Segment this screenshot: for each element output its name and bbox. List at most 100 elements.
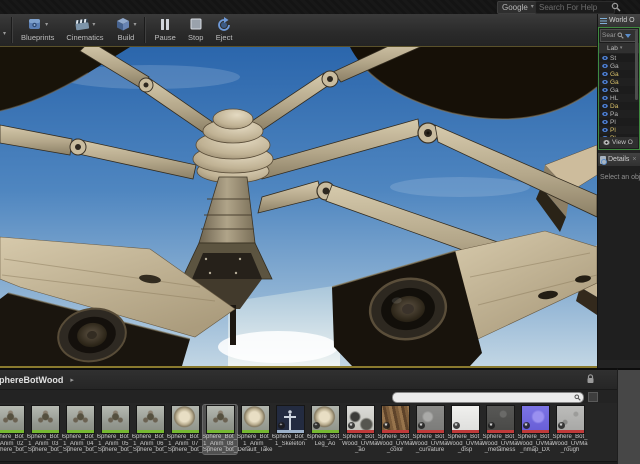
world-outliner-tab-label: World O <box>609 17 635 24</box>
asset-item[interactable]: ★ Sphere_Bot_ Wood_UVMap _nmap_DX <box>517 405 553 454</box>
asset-item[interactable]: Sphere_Bot_6_ 1_Anim_05_ Sphere_bot_ <box>97 405 133 454</box>
cinematics-button[interactable]: ▾ Cinematics <box>60 14 109 46</box>
build-button[interactable]: ▾ Build <box>109 14 142 46</box>
outliner-actor-row[interactable]: Da <box>599 102 639 110</box>
visibility-eye-icon[interactable] <box>602 128 608 132</box>
chevron-down-icon[interactable]: ▾ <box>92 21 95 28</box>
asset-item[interactable]: Sphere_Bot_6_ 1_Anim_ Default_Take <box>237 405 273 454</box>
asset-source-badge: ★ <box>417 422 425 429</box>
visibility-eye-icon[interactable] <box>602 104 608 108</box>
asset-thumbnail <box>170 405 200 434</box>
blueprints-button[interactable]: ▾ Blueprints <box>15 14 60 46</box>
actor-label: Pa <box>610 110 618 118</box>
asset-item[interactable]: ★ Sphere_Bot_ Wood_UVMap _disp <box>447 405 483 454</box>
asset-item[interactable]: ★ Sphere_Bot_ Wood_UVMap _color <box>377 405 413 454</box>
visibility-eye-icon[interactable] <box>602 72 608 76</box>
filter-icon[interactable] <box>624 33 631 38</box>
asset-source-badge: ★ <box>522 422 530 429</box>
viewport[interactable] <box>0 46 597 368</box>
search-icon[interactable] <box>611 2 621 12</box>
asset-search-input[interactable] <box>392 392 584 403</box>
cinematics-label: Cinematics <box>66 33 104 42</box>
outliner-actor-row[interactable]: HL <box>599 94 639 102</box>
asset-item[interactable]: Sphere_Bot_6_ 1_Anim_02_ Sphere_bot_ <box>0 405 28 454</box>
outliner-search-input[interactable]: Sear <box>600 29 638 42</box>
asset-name-line3: _metalness <box>484 447 516 453</box>
outliner-scrollbar[interactable] <box>635 30 638 100</box>
outliner-actor-row[interactable]: Pa <box>599 110 639 118</box>
help-search-input[interactable]: Search For Help <box>535 1 615 14</box>
asset-name-line3: _nmap_DX <box>519 447 551 453</box>
asset-type-color-bar <box>171 430 199 433</box>
asset-type-color-bar <box>276 430 304 433</box>
asset-name-line3: _curvature <box>415 447 445 453</box>
asset-item[interactable]: ★ Sphere_Bot_ Wood_UVMap _ao <box>342 405 378 454</box>
view-options-button[interactable]: View O <box>600 137 638 148</box>
outliner-search-text: Sear <box>602 32 616 39</box>
outliner-actor-row[interactable]: Pl <box>599 118 639 126</box>
outliner-actor-row[interactable]: Ga <box>599 62 639 70</box>
outliner-actor-row[interactable]: Ga <box>599 86 639 94</box>
asset-item[interactable]: + Sphere_Bot_ Leg_Ao <box>307 405 343 447</box>
asset-item[interactable]: Sphere_Bot_6_ 1_Anim_08_ Sphere_bot_ <box>202 404 238 455</box>
visibility-eye-icon[interactable] <box>602 96 608 100</box>
asset-type-color-bar <box>31 430 59 433</box>
breadcrumb-arrow-icon[interactable]: ▸ <box>70 376 74 384</box>
asset-source-badge: + <box>277 422 285 429</box>
eject-label: Eject <box>215 33 233 42</box>
eject-icon <box>218 17 230 31</box>
asset-item[interactable]: Sphere_Bot_6_ 1_Anim_03_ Sphere_bot_ <box>27 405 63 454</box>
asset-type-color-bar <box>451 430 479 433</box>
details-empty-message: Select an object <box>600 174 640 181</box>
outliner-actor-row[interactable]: St <box>599 54 639 62</box>
asset-name-line3: Sphere_bot_ <box>202 447 238 453</box>
visibility-eye-icon[interactable] <box>602 80 608 84</box>
details-tab-label: Details <box>608 156 630 163</box>
asset-item[interactable]: ★ Sphere_Bot_ Wood_UVMap _metalness <box>482 405 518 454</box>
pause-icon <box>161 19 170 30</box>
toolbar-separator <box>144 17 147 43</box>
visibility-eye-icon[interactable] <box>602 120 608 124</box>
asset-name-line3: Sphere_bot_ <box>62 447 98 453</box>
pause-button[interactable]: Pause <box>148 14 181 46</box>
asset-name-line3: Sphere_bot_ <box>0 447 28 453</box>
outliner-actor-row[interactable]: Pl <box>599 126 639 134</box>
asset-item[interactable]: + Sphere_Bot_6_ 1_Skeleton <box>272 405 308 447</box>
stop-button[interactable]: Stop <box>182 14 210 46</box>
asset-item[interactable]: ★ Sphere_Bot_ Wood_UVMap _curvature <box>412 405 448 454</box>
outliner-actor-list: St Ga Ga Ga Ga HL Da Pa Pl Pl <box>599 54 639 142</box>
asset-item[interactable]: Sphere_Bot_6_ 1_Anim_04_ Sphere_bot_ <box>62 405 98 454</box>
visibility-eye-icon[interactable] <box>602 88 608 92</box>
asset-item[interactable]: Sphere_Bot_6_ 1_Anim_07_ Sphere_bot_ <box>167 405 203 454</box>
asset-name-line2: 1_Skeleton <box>274 440 306 447</box>
outliner-column-header[interactable]: Lab ▾ <box>599 43 639 54</box>
tab-details[interactable]: Details × <box>598 153 640 166</box>
actor-label: Pl <box>610 126 616 134</box>
asset-item[interactable]: Sphere_Bot_6_ 1_Anim_06_ Sphere_bot_ <box>132 405 168 454</box>
asset-thumbnail: + <box>310 405 340 434</box>
visibility-eye-icon[interactable] <box>602 112 608 116</box>
asset-source-badge: ★ <box>452 422 460 429</box>
view-settings-icon[interactable] <box>588 392 598 402</box>
close-icon[interactable]: × <box>632 156 636 163</box>
help-search-engine-label: Google <box>502 3 528 12</box>
visibility-eye-icon[interactable] <box>602 56 608 60</box>
eject-button[interactable]: Eject <box>210 14 239 46</box>
help-search-engine-button[interactable]: Google ▾ <box>497 1 539 14</box>
details-icon <box>600 155 607 165</box>
toolbar-overflow-dropdown[interactable]: ▾ <box>0 14 9 46</box>
outliner-actor-row[interactable]: Ga <box>599 78 639 86</box>
asset-item[interactable]: ★ Sphere_Bot_ Wood_UVMap _rough <box>552 405 588 454</box>
tab-world-outliner[interactable]: World O <box>598 14 640 27</box>
actor-label: HL <box>610 94 619 102</box>
breadcrumb[interactable]: SphereBotWood <box>0 375 63 385</box>
asset-name-line3: Sphere_bot_ <box>27 447 63 453</box>
lock-icon[interactable] <box>586 374 595 384</box>
outliner-actor-row[interactable]: Ga <box>599 70 639 78</box>
world-outliner-panel: Sear Lab ▾ St Ga Ga Ga Ga HL Da Pa Pl Pl… <box>598 27 640 150</box>
view-options-label: View O <box>612 139 633 146</box>
chevron-down-icon[interactable]: ▾ <box>133 21 136 28</box>
chevron-down-icon[interactable]: ▾ <box>45 21 48 28</box>
visibility-eye-icon[interactable] <box>602 64 608 68</box>
asset-type-color-bar <box>416 430 444 433</box>
